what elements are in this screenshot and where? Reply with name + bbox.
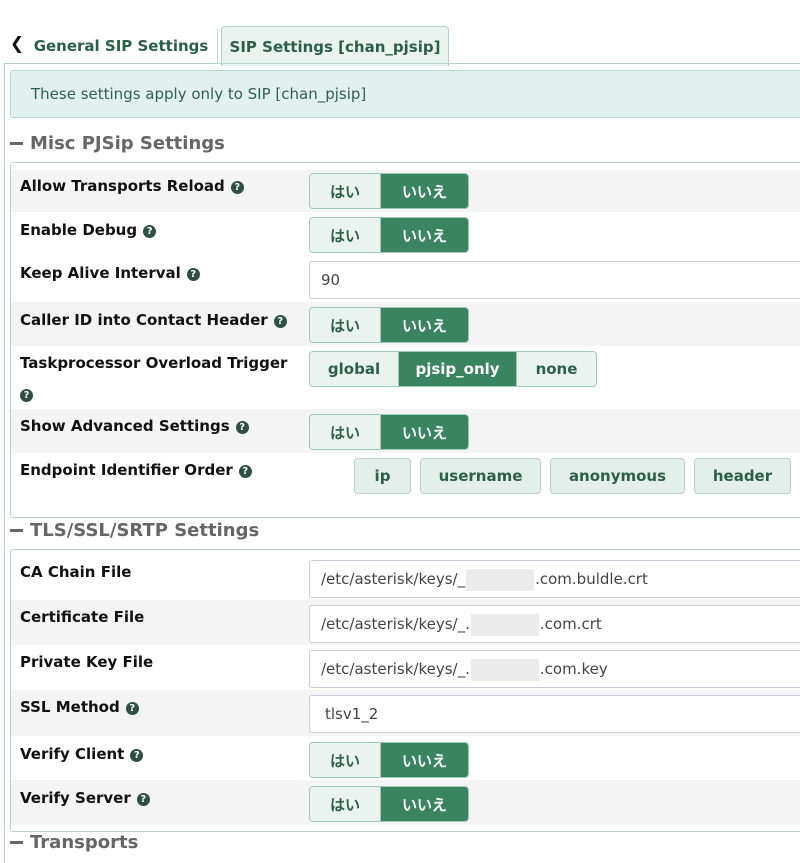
label-endpoint-identifier-order: Endpoint Identifier Order [20,461,233,479]
help-icon[interactable]: ? [125,702,139,715]
help-icon[interactable]: ? [20,389,33,402]
help-icon[interactable]: ? [235,421,249,434]
help-icon[interactable]: ? [238,465,252,478]
identifier-chip-anonymous[interactable]: anonymous [550,458,685,494]
redacted-text [466,568,535,591]
help-icon[interactable]: ? [273,315,287,328]
label-taskprocessor-overload: Taskprocessor Overload Trigger [20,354,288,372]
label-verify-server: Verify Server [20,789,131,807]
caller-id-contact-toggle: はい いいえ [309,307,469,343]
collapse-icon [10,142,23,145]
label-caller-id-contact: Caller ID into Contact Header [20,311,268,329]
help-icon[interactable]: ? [136,793,150,806]
option-yes[interactable]: はい [310,743,380,777]
info-notice: These settings apply only to SIP [chan_p… [10,70,800,118]
option-no[interactable]: いいえ [380,218,468,252]
help-icon[interactable]: ? [186,268,200,281]
option-yes[interactable]: はい [310,218,380,252]
chevron-left-icon[interactable]: ❮ [8,32,26,56]
option-pjsip-only[interactable]: pjsip_only [398,352,516,386]
option-no[interactable]: いいえ [380,308,468,342]
help-icon[interactable]: ? [130,749,144,762]
label-certificate-file: Certificate File [20,608,145,626]
allow-transports-reload-toggle: はい いいえ [309,173,469,209]
option-yes[interactable]: はい [310,787,380,821]
option-no[interactable]: いいえ [380,415,468,449]
redacted-text [470,613,539,636]
verify-client-toggle: はい いいえ [309,742,469,778]
help-icon[interactable]: ? [143,225,157,238]
option-yes[interactable]: はい [310,415,380,449]
help-icon[interactable]: ? [230,181,244,194]
label-verify-client: Verify Client [20,745,125,763]
option-global[interactable]: global [310,352,398,386]
label-private-key-file: Private Key File [20,653,154,671]
option-no[interactable]: いいえ [380,174,468,208]
section-header-tls[interactable]: TLS/SSL/SRTP Settings [10,520,259,541]
label-ssl-method: SSL Method [20,698,120,716]
collapse-icon [10,841,23,844]
option-no[interactable]: いいえ [380,743,468,777]
option-yes[interactable]: はい [310,174,380,208]
identifier-chip-header[interactable]: header [694,458,791,494]
taskprocessor-overload-selector: global pjsip_only none [309,351,597,387]
enable-debug-toggle: はい いいえ [309,217,469,253]
option-yes[interactable]: はい [310,308,380,342]
ca-chain-file-input[interactable]: /etc/asterisk/keys/_ .com.buldle.crt [309,560,800,598]
tab-general-sip-settings[interactable]: General SIP Settings [26,26,218,64]
ssl-method-select[interactable]: tlsv1_2 [309,695,800,733]
option-none[interactable]: none [516,352,596,386]
label-ca-chain-file: CA Chain File [20,563,132,581]
tab-sip-settings-chan-pjsip[interactable]: SIP Settings [chan_pjsip] [221,26,449,66]
verify-server-toggle: はい いいえ [309,786,469,822]
section-header-transports[interactable]: Transports [10,832,138,853]
option-no[interactable]: いいえ [380,787,468,821]
tab-bar: ❮ General SIP Settings SIP Settings [cha… [0,26,800,66]
label-enable-debug: Enable Debug [20,221,138,239]
keep-alive-interval-input[interactable]: 90 [309,261,800,299]
redacted-text [470,658,539,681]
label-keep-alive-interval: Keep Alive Interval [20,264,181,282]
private-key-file-input[interactable]: /etc/asterisk/keys/_. .com.key [309,650,800,688]
section-header-misc[interactable]: Misc PJSip Settings [10,133,225,154]
collapse-icon [10,529,23,532]
label-allow-transports-reload: Allow Transports Reload [20,177,225,195]
show-advanced-toggle: はい いいえ [309,414,469,450]
identifier-chip-ip[interactable]: ip [354,458,411,494]
label-show-advanced: Show Advanced Settings [20,417,230,435]
certificate-file-input[interactable]: /etc/asterisk/keys/_. .com.crt [309,605,800,643]
identifier-chip-username[interactable]: username [420,458,541,494]
